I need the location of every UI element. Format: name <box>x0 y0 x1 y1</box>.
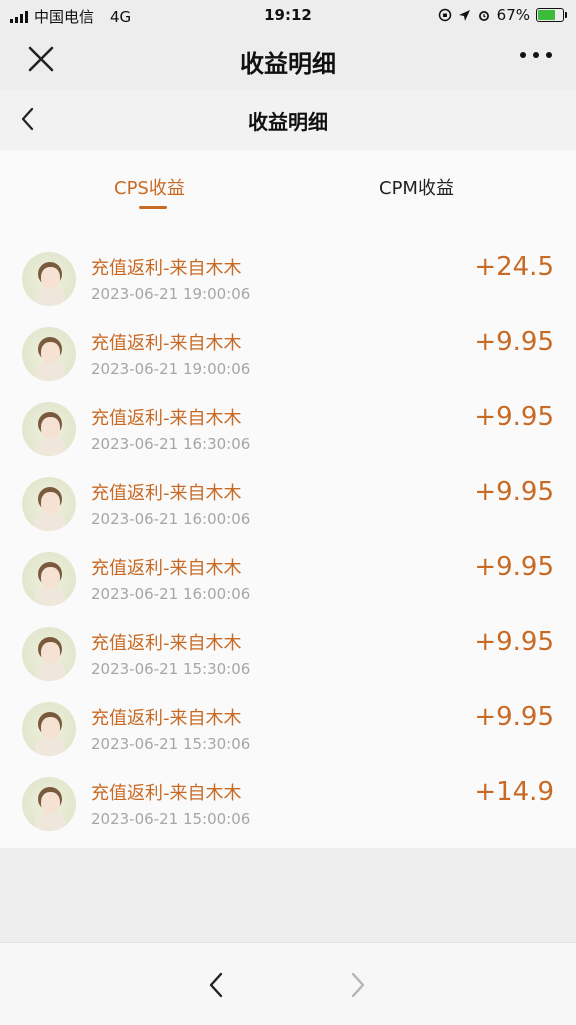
avatar <box>22 477 76 531</box>
avatar-body <box>35 363 65 381</box>
record-amount: +9.95 <box>474 327 554 357</box>
avatar-face <box>41 792 60 814</box>
battery-nub <box>565 12 567 18</box>
page-nav: 收益明细 <box>0 90 576 150</box>
bottom-toolbar <box>0 942 576 1025</box>
alarm-icon <box>478 11 489 21</box>
more-icon[interactable] <box>520 52 552 58</box>
status-right: 67% <box>438 6 567 24</box>
wechat-header: 收益明细 <box>0 30 576 90</box>
avatar-face <box>41 492 60 514</box>
record-amount: +9.95 <box>474 627 554 657</box>
tab-active-indicator <box>139 206 167 209</box>
tab-cpm[interactable]: CPM收益 <box>379 174 454 200</box>
record-time: 2023-06-21 16:00:06 <box>91 585 251 603</box>
battery-icon <box>536 8 567 22</box>
record-title: 充值返利-来自木木 <box>91 783 242 804</box>
avatar <box>22 777 76 831</box>
avatar-body <box>35 813 65 831</box>
list-item[interactable]: 充值返利-来自木木 2023-06-21 19:00:06 +24.5 <box>0 236 576 311</box>
record-time: 2023-06-21 16:00:06 <box>91 510 251 528</box>
status-bar: 中国电信 4G 19:12 67% <box>0 0 576 30</box>
record-amount: +9.95 <box>474 702 554 732</box>
avatar <box>22 402 76 456</box>
avatar-body <box>35 663 65 681</box>
record-time: 2023-06-21 15:00:06 <box>91 810 251 828</box>
avatar <box>22 702 76 756</box>
chevron-left-icon[interactable] <box>206 971 226 999</box>
record-title: 充值返利-来自木木 <box>91 633 242 654</box>
earnings-list: 充值返利-来自木木 2023-06-21 19:00:06 +24.5 充值返利-来自… <box>0 236 576 836</box>
record-amount: +14.9 <box>474 777 554 807</box>
avatar <box>22 252 76 306</box>
record-amount: +9.95 <box>474 477 554 507</box>
avatar-body <box>35 513 65 531</box>
record-time: 2023-06-21 19:00:06 <box>91 285 251 303</box>
more-dot <box>520 52 526 58</box>
list-item[interactable]: 充值返利-来自木木 2023-06-21 15:00:06 +14.9 <box>0 761 576 836</box>
more-dot <box>546 52 552 58</box>
page-title: 收益明细 <box>248 110 328 134</box>
battery-percent: 67% <box>496 6 530 24</box>
location-icon <box>458 9 470 21</box>
list-item[interactable]: 充值返利-来自木木 2023-06-21 15:30:06 +9.95 <box>0 686 576 761</box>
avatar-face <box>41 342 60 364</box>
record-amount: +9.95 <box>474 402 554 432</box>
record-time: 2023-06-21 16:30:06 <box>91 435 251 453</box>
avatar-face <box>41 567 60 589</box>
avatar-face <box>41 717 60 739</box>
record-amount: +9.95 <box>474 552 554 582</box>
chevron-right-icon[interactable] <box>348 971 368 999</box>
record-title: 充值返利-来自木木 <box>91 483 242 504</box>
avatar <box>22 552 76 606</box>
earnings-content: CPS收益 CPM收益 充值返利-来自木木 2023-06-21 19:00:06… <box>0 150 576 848</box>
list-item[interactable]: 充值返利-来自木木 2023-06-21 16:30:06 +9.95 <box>0 386 576 461</box>
avatar-face <box>41 417 60 439</box>
tab-bar: CPS收益 CPM收益 <box>0 150 576 220</box>
list-item[interactable]: 充值返利-来自木木 2023-06-21 16:00:06 +9.95 <box>0 536 576 611</box>
avatar-body <box>35 288 65 306</box>
record-title: 充值返利-来自木木 <box>91 708 242 729</box>
avatar-body <box>35 738 65 756</box>
avatar-face <box>41 267 60 289</box>
battery-fill <box>538 10 556 20</box>
record-amount: +24.5 <box>474 252 554 282</box>
avatar-face <box>41 642 60 664</box>
avatar <box>22 627 76 681</box>
more-dot <box>533 52 539 58</box>
list-item[interactable]: 充值返利-来自木木 2023-06-21 16:00:06 +9.95 <box>0 461 576 536</box>
record-title: 充值返利-来自木木 <box>91 258 242 279</box>
record-title: 充值返利-来自木木 <box>91 408 242 429</box>
record-time: 2023-06-21 15:30:06 <box>91 660 251 678</box>
record-title: 充值返利-来自木木 <box>91 558 242 579</box>
avatar-body <box>35 588 65 606</box>
avatar-body <box>35 438 65 456</box>
record-time: 2023-06-21 19:00:06 <box>91 360 251 378</box>
rotation-lock-icon <box>438 8 451 22</box>
record-time: 2023-06-21 15:30:06 <box>91 735 251 753</box>
list-item[interactable]: 充值返利-来自木木 2023-06-21 15:30:06 +9.95 <box>0 611 576 686</box>
avatar <box>22 327 76 381</box>
tab-cps[interactable]: CPS收益 <box>114 174 185 200</box>
list-item[interactable]: 充值返利-来自木木 2023-06-21 19:00:06 +9.95 <box>0 311 576 386</box>
header-title: 收益明细 <box>240 50 336 78</box>
record-title: 充值返利-来自木木 <box>91 333 242 354</box>
